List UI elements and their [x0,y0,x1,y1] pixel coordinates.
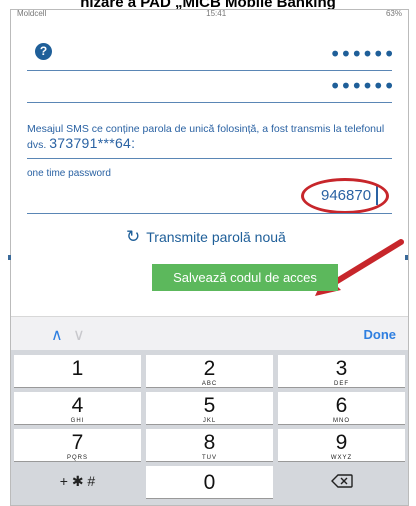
field-underline [27,102,392,103]
chevron-down-icon[interactable]: ∨ [73,325,85,344]
masked-field-1[interactable]: •••••• [329,44,395,64]
selection-handle [405,255,408,260]
phone-number: 373791***64: [49,135,136,151]
key-3[interactable]: 3 DEF [278,355,405,387]
otp-label: one time password [27,168,111,179]
key-4[interactable]: 4 GHI [14,392,141,424]
resend-password-link[interactable]: ↻ Transmite parolă nouă [126,227,286,247]
symbols-key[interactable]: + ✱ # [14,466,141,498]
field-underline [27,70,392,71]
key-2[interactable]: 2 ABC [146,355,273,387]
key-digit: 9 [335,431,348,454]
key-digit: 0 [203,471,216,494]
key-7[interactable]: 7 PQRS [14,429,141,461]
key-digit: 5 [203,394,216,417]
highlight-ellipse [301,178,389,214]
keyboard-toolbar: ∧ ∨ Done [11,316,408,351]
key-digit: 3 [335,357,348,380]
key-0[interactable]: 0 [146,466,273,498]
numeric-keypad: 1 2 ABC 3 DEF 4 GHI 5 JKL 6 MNO 7 PQRS 8 TUV 9W… [11,350,408,505]
carrier-label: Moldcell [17,9,47,18]
key-8[interactable]: 8 TUV [146,429,273,461]
key-letters: TUV [202,455,217,461]
done-button[interactable]: Done [364,327,397,342]
chevron-up-icon[interactable]: ∧ [51,325,63,344]
key-digit: 7 [71,431,84,454]
refresh-icon: ↻ [126,227,141,247]
sms-info-text: Mesajul SMS ce conține parola de unică f… [27,122,397,152]
phone-screen: Moldcell 15:41 63% ? •••••• •••••• Mesaj… [10,9,409,506]
delete-key[interactable] [278,466,405,498]
field-underline [27,158,392,159]
key-digit: 1 [71,357,84,380]
key-letters: WXYZ [330,455,353,461]
clock-label: 15:41 [206,9,227,18]
key-letters: PQRS [66,455,88,461]
key-letters: MNO [333,418,350,424]
key-9[interactable]: 9 WXYZ [278,429,405,461]
key-digit: 4 [71,394,84,417]
key-digit: 8 [203,431,216,454]
resend-label: Transmite parolă nouă [146,229,286,245]
masked-field-2[interactable]: •••••• [329,76,395,96]
key-digit: 2 [203,357,216,380]
key-letters: GHI [70,418,85,424]
key-5[interactable]: 5 JKL [146,392,273,424]
key-letters: ABC [201,381,218,387]
key-digit: 6 [335,394,348,417]
help-icon[interactable]: ? [35,43,52,60]
field-underline [27,213,392,214]
battery-label: 63% [385,9,402,18]
status-bar: Moldcell 15:41 63% [11,10,408,20]
key-1[interactable]: 1 [14,355,141,387]
backspace-icon [330,474,353,488]
selection-handle [8,255,11,260]
key-letters: JKL [202,418,217,424]
save-access-code-button[interactable]: Salvează codul de acces [152,264,338,291]
key-6[interactable]: 6 MNO [278,392,405,424]
key-letters: DEF [334,381,349,387]
